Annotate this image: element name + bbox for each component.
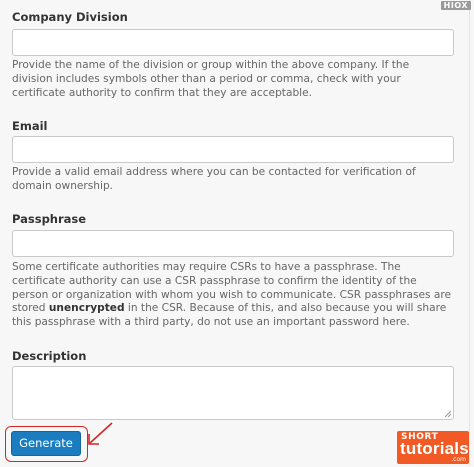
email-input[interactable] — [12, 136, 454, 163]
passphrase-help: Some certificate authorities may require… — [12, 261, 452, 330]
generate-highlight: Generate — [5, 426, 88, 462]
pointer-arrow-icon — [88, 422, 113, 445]
passphrase-input[interactable] — [12, 230, 454, 257]
email-help: Provide a valid email address where you … — [12, 166, 416, 192]
generate-button[interactable]: Generate — [11, 431, 81, 456]
resize-grip-icon[interactable] — [444, 410, 451, 417]
passphrase-label: Passphrase — [12, 212, 87, 226]
description-textarea[interactable] — [12, 366, 454, 420]
company-division-help: Provide the name of the division or grou… — [12, 59, 410, 99]
company-division-input[interactable] — [12, 29, 454, 56]
short-tutorials-logo: SHORT tutorials .com — [397, 431, 469, 464]
description-label: Description — [12, 349, 87, 363]
email-label: Email — [12, 119, 48, 133]
company-division-label: Company Division — [12, 10, 128, 24]
brand-sub: .com — [451, 456, 466, 463]
csr-form: Company Division Provide the name of the… — [2, 0, 470, 466]
hiox-watermark: HIOX — [440, 1, 471, 10]
passphrase-help-emphasis: unencrypted — [48, 302, 125, 315]
